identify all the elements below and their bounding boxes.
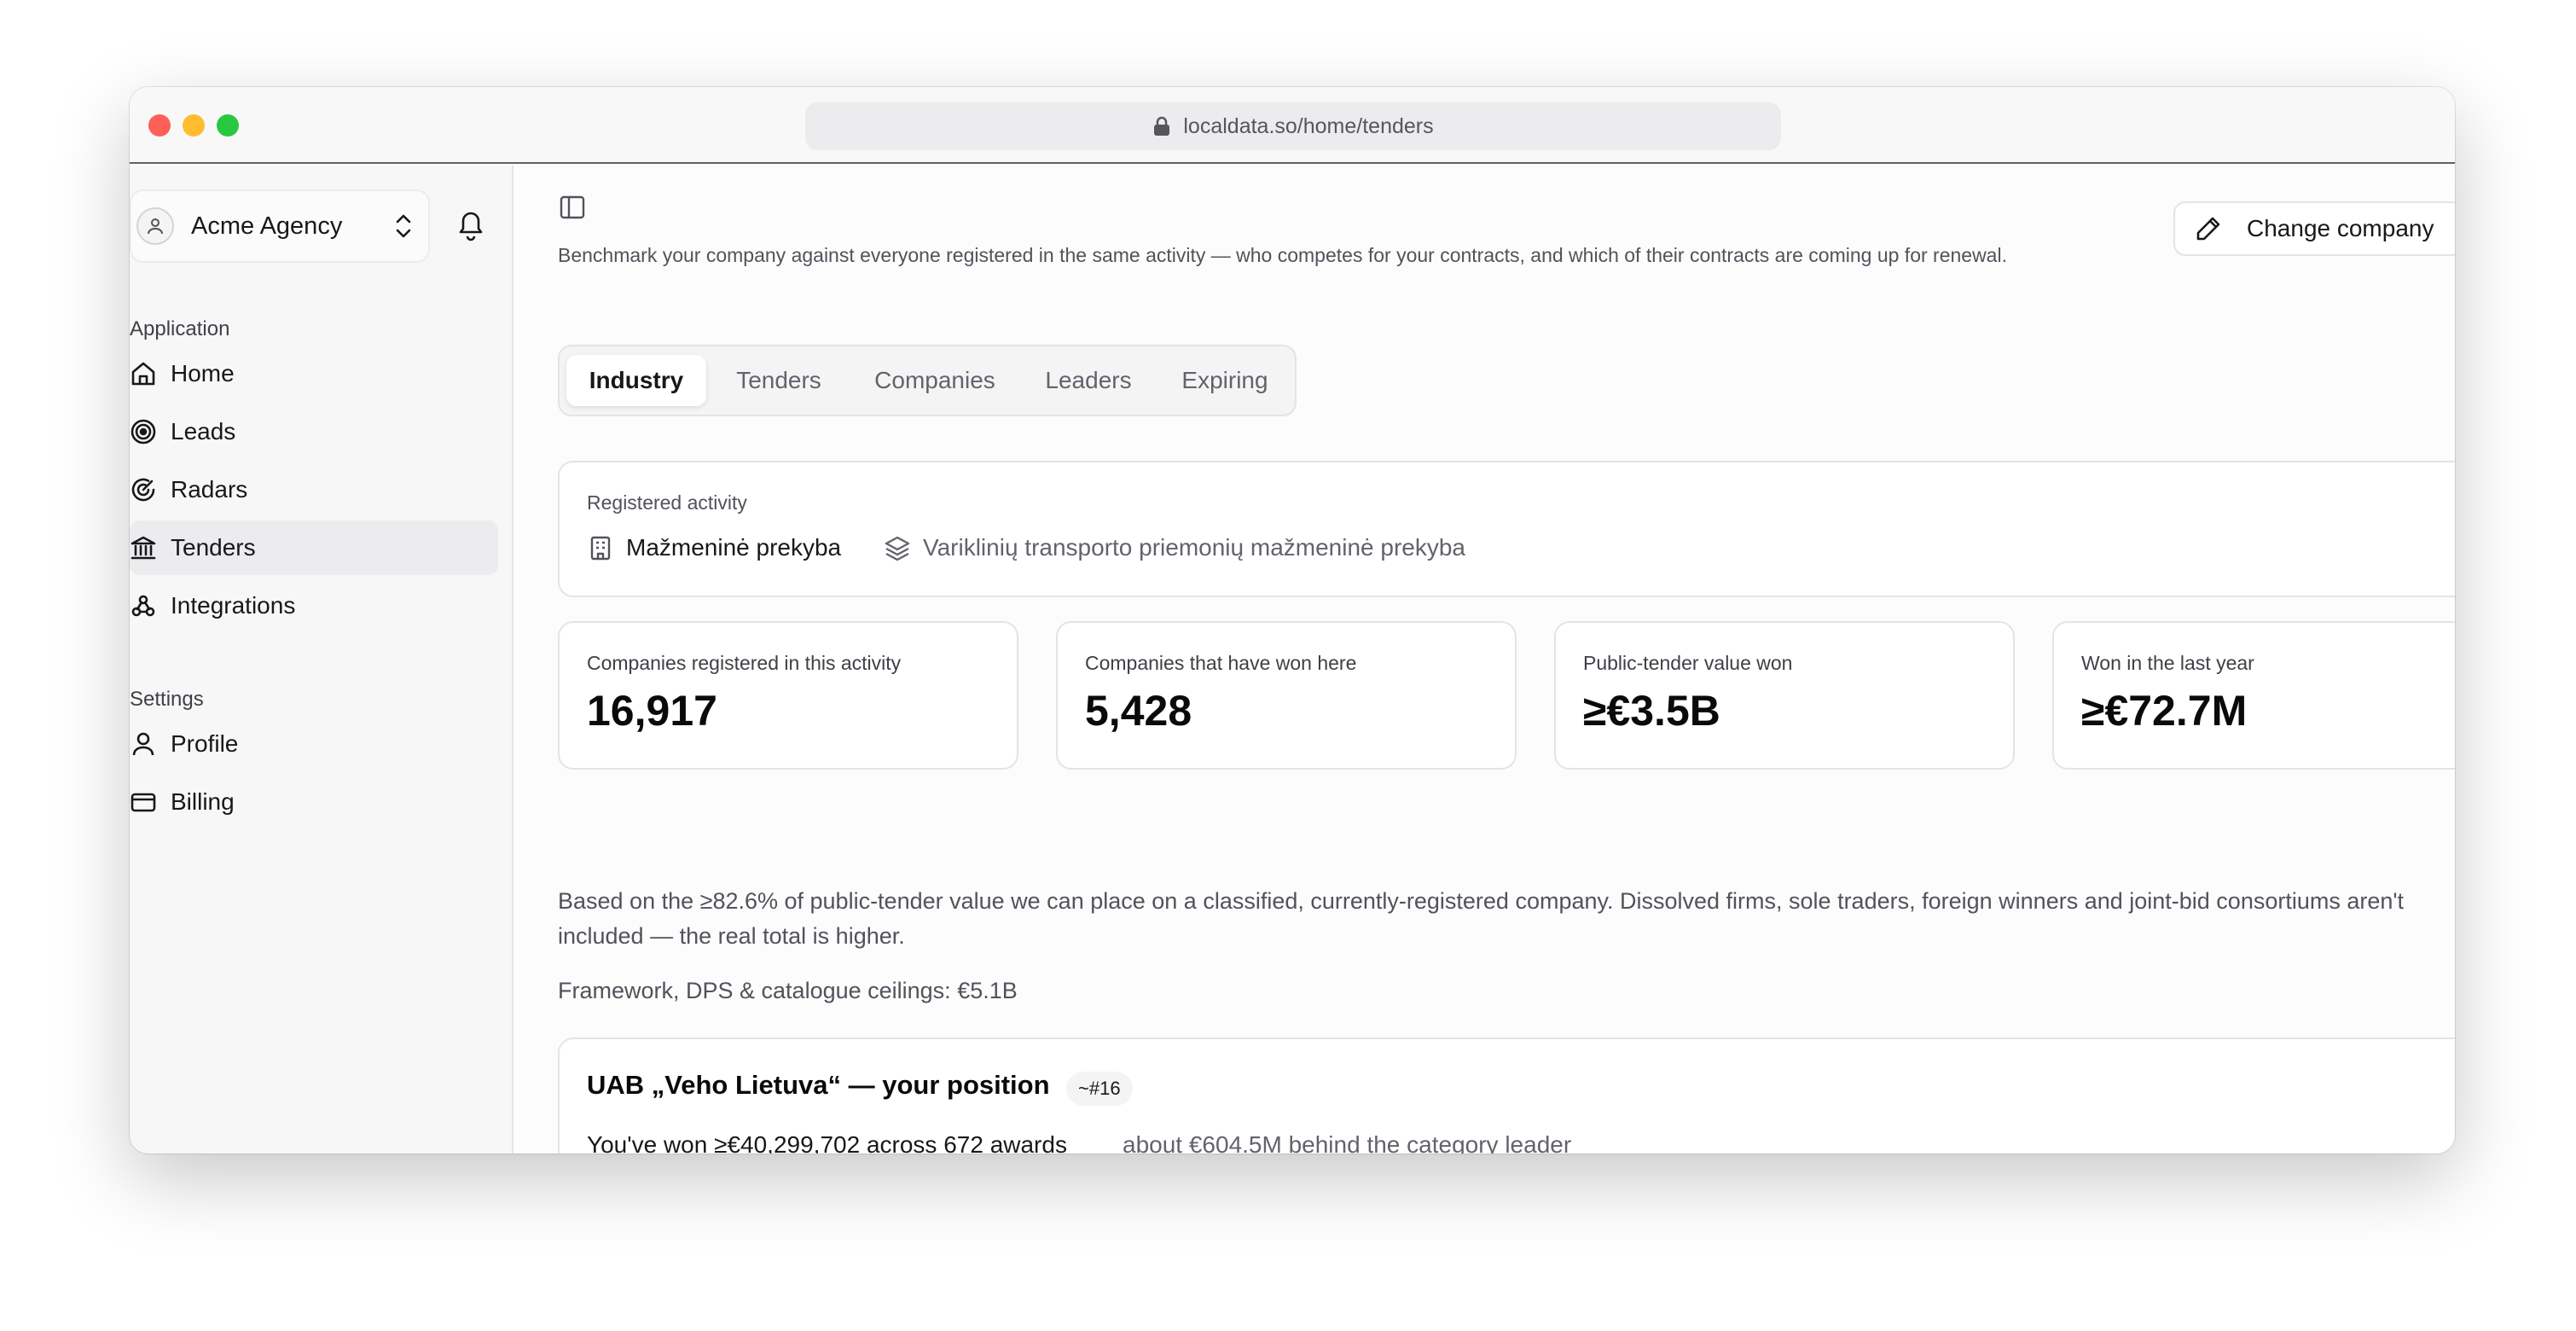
secondary-activity[interactable]: Variklinių transporto priemonių mažmenin… (884, 534, 1465, 561)
tab-tenders[interactable]: Tenders (713, 355, 844, 406)
sidebar-item-integrations[interactable]: Integrations (130, 578, 498, 633)
home-icon (131, 362, 155, 386)
close-window-button[interactable] (148, 114, 171, 137)
sidebar-item-label: Radars (171, 476, 248, 503)
bell-icon[interactable] (455, 208, 486, 242)
tab-expiring[interactable]: Expiring (1157, 355, 1293, 406)
stat-card-registered: Companies registered in this activity 16… (558, 621, 1018, 770)
company-name: Acme Agency (191, 212, 343, 240)
sidebar-item-billing[interactable]: Billing (130, 775, 498, 829)
stat-value: ≥€3.5B (1583, 687, 1720, 735)
title-bar: localdata.so/home/tenders (130, 87, 2455, 164)
registered-activity-card: Registered activity Mažmeninė prekyba Va… (558, 461, 2455, 597)
chevrons-up-down-icon (396, 214, 411, 238)
sidebar: Acme Agency Application Home Leads Radar… (130, 166, 513, 1154)
radar-icon (131, 478, 155, 502)
tab-leaders[interactable]: Leaders (1022, 355, 1155, 406)
credit-card-icon (131, 793, 156, 812)
stat-card-winners: Companies that have won here 5,428 (1056, 621, 1517, 770)
change-company-button[interactable]: Change company (2173, 201, 2455, 256)
building-icon (590, 536, 611, 561)
sidebar-toggle-icon[interactable] (558, 193, 587, 222)
avatar (136, 207, 174, 245)
stat-card-last-year: Won in the last year ≥€72.7M (2052, 621, 2455, 770)
sidebar-item-home[interactable]: Home (130, 346, 498, 401)
stat-value: 5,428 (1085, 687, 1192, 735)
stat-label: Won in the last year (2081, 652, 2254, 674)
address-bar[interactable]: localdata.so/home/tenders (805, 102, 1781, 150)
pencil-icon (2196, 217, 2220, 241)
position-title: UAB „Veho Lietuva“ — your position (587, 1070, 1050, 1100)
company-switcher[interactable]: Acme Agency (130, 189, 430, 263)
stat-label: Companies that have won here (1085, 652, 1357, 674)
secondary-activity-label: Variklinių transporto priemonių mažmenin… (923, 534, 1466, 561)
your-position-card: UAB „Veho Lietuva“ — your position ~#16 … (558, 1037, 2455, 1154)
stat-value: ≥€72.7M (2081, 687, 2248, 735)
sidebar-item-tenders[interactable]: Tenders (130, 520, 498, 575)
user-icon (148, 218, 163, 235)
ceilings-note: Framework, DPS & catalogue ceilings: €5.… (558, 978, 1018, 1003)
primary-activity[interactable]: Mažmeninė prekyba (587, 534, 841, 561)
landmark-icon (131, 536, 156, 560)
primary-activity-label: Mažmeninė prekyba (626, 534, 842, 561)
rank-badge: ~#16 (1066, 1072, 1133, 1106)
main-content: Benchmark your company against everyone … (515, 166, 2455, 1154)
stat-card-value-won: Public-tender value won ≥€3.5B (1554, 621, 2015, 770)
stat-label: Companies registered in this activity (587, 652, 902, 674)
sidebar-item-label: Profile (171, 730, 239, 757)
sidebar-item-label: Leads (171, 418, 236, 445)
layers-icon (885, 536, 910, 561)
tab-companies[interactable]: Companies (850, 355, 1020, 406)
change-company-label: Change company (2247, 215, 2434, 241)
page-subtitle: Benchmark your company against everyone … (558, 244, 2007, 266)
stat-label: Public-tender value won (1583, 652, 1793, 674)
won-summary: You've won ≥€40,299,702 across 672 award… (587, 1131, 1067, 1154)
target-icon (131, 419, 156, 445)
coverage-note: Based on the ≥82.6% of public-tender val… (558, 888, 2405, 949)
webhook-icon (131, 595, 155, 617)
sidebar-item-label: Billing (171, 788, 235, 815)
sidebar-item-label: Home (171, 360, 235, 387)
application-section-label: Application (130, 317, 230, 340)
url-text: localdata.so/home/tenders (1183, 113, 1434, 138)
lock-icon (1154, 116, 1170, 136)
minimize-window-button[interactable] (183, 114, 205, 137)
registered-activity-label: Registered activity (587, 491, 747, 514)
sidebar-item-label: Integrations (171, 592, 296, 619)
tab-industry[interactable]: Industry (566, 355, 706, 406)
sidebar-item-profile[interactable]: Profile (130, 717, 498, 771)
settings-section-label: Settings (130, 688, 204, 711)
zoom-window-button[interactable] (217, 114, 239, 137)
sidebar-item-label: Tenders (171, 534, 256, 561)
sidebar-item-radars[interactable]: Radars (130, 462, 498, 517)
user-icon (132, 732, 154, 756)
sidebar-item-leads[interactable]: Leads (130, 404, 498, 459)
gap-to-leader: about €604.5M behind the category leader (1123, 1131, 1572, 1154)
stat-value: 16,917 (587, 687, 717, 735)
browser-window: localdata.so/home/tenders Acme Agency Ap… (130, 87, 2455, 1154)
tab-bar: Industry Tenders Companies Leaders Expir… (558, 345, 1297, 416)
